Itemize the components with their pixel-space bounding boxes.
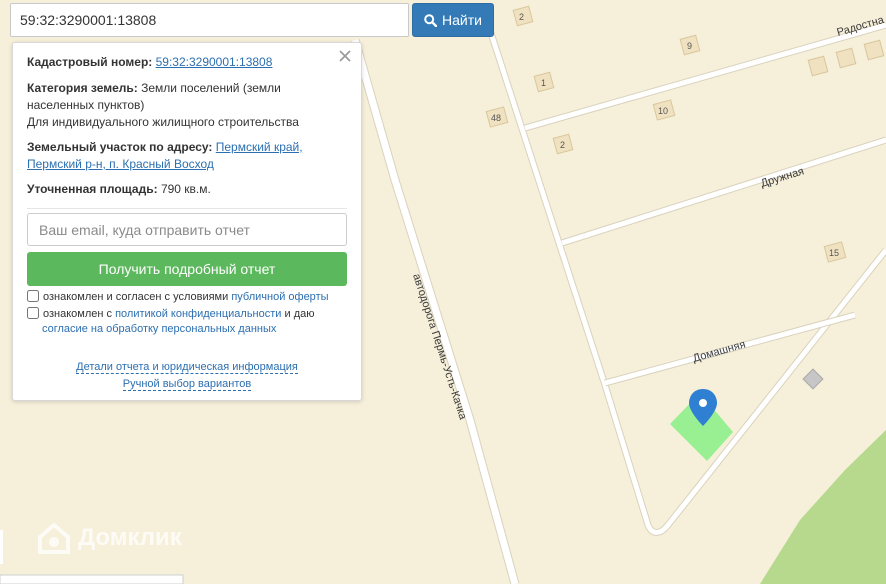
svg-text:10: 10 xyxy=(658,106,668,116)
address-label: Земельный участок по адресу: xyxy=(27,140,213,154)
address-link-region[interactable]: Пермский край, xyxy=(216,140,303,154)
building xyxy=(835,47,857,69)
svg-text:15: 15 xyxy=(829,248,839,258)
svg-text:2: 2 xyxy=(519,12,524,22)
area-value: 790 кв.м. xyxy=(160,182,211,196)
consent-privacy-row: ознакомлен с политикой конфиденциальност… xyxy=(27,306,357,322)
watermark-text: Домклик xyxy=(78,524,182,551)
email-field[interactable] xyxy=(27,213,347,246)
category-row: Категория земель: Земли поселений (земли… xyxy=(27,80,307,114)
building xyxy=(863,39,885,61)
svg-text:48: 48 xyxy=(491,113,501,123)
search-button-label: Найти xyxy=(442,12,482,28)
usage-row: Для индивидуального жилищного строительс… xyxy=(27,114,347,131)
svg-text:2: 2 xyxy=(560,140,565,150)
get-report-button[interactable]: Получить подробный отчет xyxy=(27,252,347,286)
domclick-watermark: Домклик xyxy=(36,520,182,556)
personal-data-consent-link[interactable]: согласие на обработку персональных данны… xyxy=(42,323,276,335)
parcel-info-panel: Кадастровый номер: 59:32:3290001:13808 К… xyxy=(12,42,362,401)
details-link-text: Детали отчета и юридическая информация xyxy=(76,361,298,374)
house-marker: 9 xyxy=(679,34,701,56)
address-row: Земельный участок по адресу: Пермский кр… xyxy=(27,139,347,156)
svg-text:9: 9 xyxy=(687,41,692,51)
house-marker: 2 xyxy=(512,5,534,27)
divider xyxy=(27,208,347,209)
area-label: Уточненная площадь: xyxy=(27,182,158,196)
consent-privacy-text: ознакомлен с xyxy=(43,308,113,320)
house-marker: 1 xyxy=(533,71,555,93)
consent-privacy-row-2: согласие на обработку персональных данны… xyxy=(42,322,276,337)
manual-select-link[interactable]: Ручной выбор вариантов xyxy=(13,378,361,391)
category-label: Категория земель: xyxy=(27,81,138,95)
cadastral-number-link[interactable]: 59:32:3290001:13808 xyxy=(156,55,273,69)
cadastral-label: Кадастровый номер: xyxy=(27,55,153,69)
map-control[interactable] xyxy=(0,530,3,564)
search-icon xyxy=(424,13,438,27)
public-offer-link[interactable]: публичной оферты xyxy=(231,291,328,303)
consent-offer-checkbox[interactable] xyxy=(27,290,39,302)
manual-select-link-text: Ручной выбор вариантов xyxy=(122,378,252,391)
usage-value: Для индивидуального жилищного строительс… xyxy=(27,115,299,129)
cadastral-row: Кадастровый номер: 59:32:3290001:13808 xyxy=(27,54,347,71)
map-scale-bar xyxy=(0,574,184,584)
consent-privacy-mid: и даю xyxy=(284,308,315,320)
address-link-locality[interactable]: Пермский р-н, п. Красный Восход xyxy=(27,157,214,171)
building xyxy=(807,55,829,77)
house-logo-icon xyxy=(38,522,70,554)
area-row: Уточненная площадь: 790 кв.м. xyxy=(27,181,347,198)
svg-text:1: 1 xyxy=(541,78,546,88)
house-marker: 2 xyxy=(552,133,574,155)
consent-offer-row: ознакомлен и согласен с условиями публич… xyxy=(27,289,357,305)
consent-offer-text: ознакомлен и согласен с условиями xyxy=(43,291,229,303)
search-button[interactable]: Найти xyxy=(412,3,494,37)
consent-privacy-checkbox[interactable] xyxy=(27,307,39,319)
details-link[interactable]: Детали отчета и юридическая информация xyxy=(13,361,361,374)
privacy-policy-link[interactable]: политикой конфиденциальности xyxy=(115,308,281,320)
search-input[interactable] xyxy=(10,3,409,37)
address-row-2: Пермский р-н, п. Красный Восход xyxy=(27,156,347,173)
